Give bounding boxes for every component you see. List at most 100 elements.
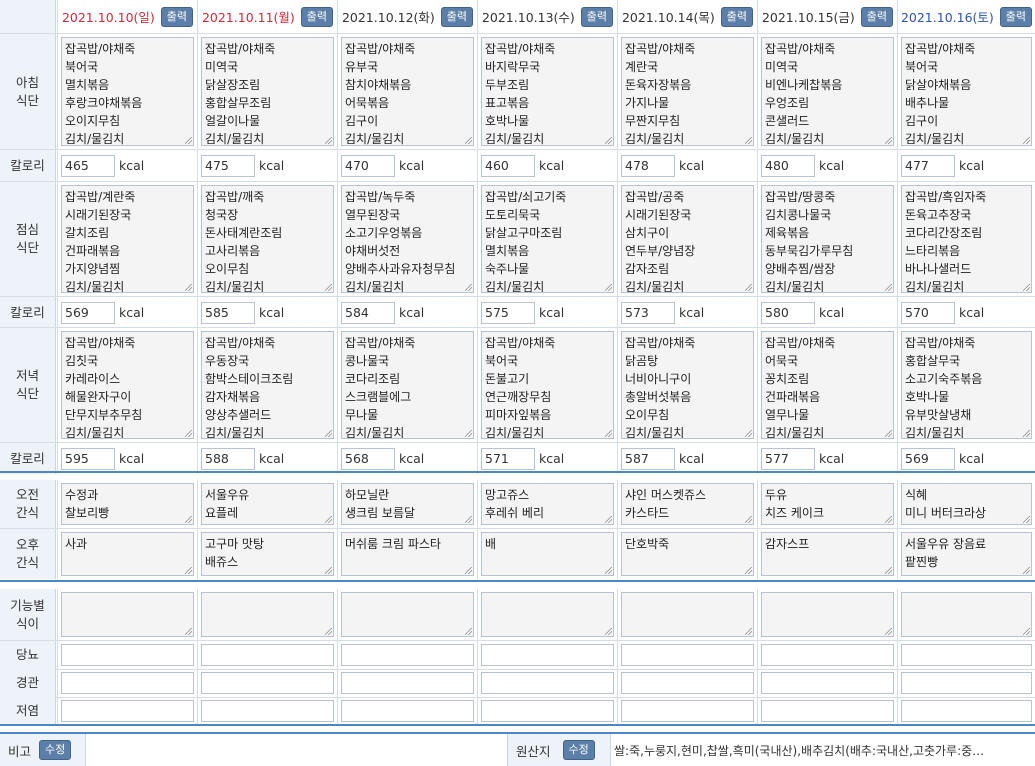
calorie-input[interactable]: 577 <box>761 448 815 470</box>
dinner-menu-textarea[interactable]: 잡곡밥/야채죽 어묵국 꽁치조림 건파래볶음 열무나물 김치/물김치 <box>761 331 894 439</box>
lunch-menu-textarea[interactable]: 잡곡밥/깨죽 청국장 돈사태계란조림 고사리볶음 오이무침 김치/물김치 <box>201 185 334 293</box>
calorie-input[interactable]: 580 <box>761 302 815 324</box>
am-snack-textarea[interactable]: 수정과 찰보리빵 <box>61 483 194 525</box>
resize-grip-icon[interactable] <box>185 516 192 523</box>
am-snack-textarea[interactable]: 두유 치즈 케이크 <box>761 483 894 525</box>
resize-grip-icon[interactable] <box>465 430 472 437</box>
functional-diet-textarea[interactable] <box>481 592 614 637</box>
lunch-menu-textarea[interactable]: 잡곡밥/흑임자죽 돈육고추장국 코다리간장조림 느타리볶음 바나나샐러드 김치/… <box>901 185 1032 293</box>
calorie-input[interactable]: 480 <box>761 155 815 177</box>
lunch-menu-textarea[interactable]: 잡곡밥/땅콩죽 김치콩나물국 제육볶음 동부묵김가루무침 양배추찜/쌈장 김치/… <box>761 185 894 293</box>
calorie-input[interactable]: 475 <box>201 155 255 177</box>
resize-grip-icon[interactable] <box>605 628 612 635</box>
resize-grip-icon[interactable] <box>185 628 192 635</box>
low_salt-input[interactable] <box>761 700 894 722</box>
functional-diet-textarea[interactable] <box>621 592 754 637</box>
calorie-input[interactable]: 465 <box>61 155 115 177</box>
functional-diet-textarea[interactable] <box>61 592 194 637</box>
resize-grip-icon[interactable] <box>605 137 612 144</box>
functional-diet-textarea[interactable] <box>901 592 1032 637</box>
resize-grip-icon[interactable] <box>605 516 612 523</box>
breakfast-menu-textarea[interactable]: 잡곡밥/야채죽 미역국 닭살장조림 홍합살무조림 얼갈이나물 김치/물김치 <box>201 37 334 146</box>
resize-grip-icon[interactable] <box>325 137 332 144</box>
resize-grip-icon[interactable] <box>185 567 192 574</box>
resize-grip-icon[interactable] <box>325 430 332 437</box>
low_salt-input[interactable] <box>61 700 194 722</box>
breakfast-menu-textarea[interactable]: 잡곡밥/야채죽 미역국 비엔나케찹볶음 우엉조림 콘샐러드 김치/물김치 <box>761 37 894 146</box>
am-snack-textarea[interactable]: 식혜 미니 버터크라상 <box>901 483 1032 525</box>
resize-grip-icon[interactable] <box>185 430 192 437</box>
diabetes-input[interactable] <box>901 644 1032 666</box>
tube-input[interactable] <box>901 672 1032 694</box>
functional-diet-textarea[interactable] <box>341 592 474 637</box>
breakfast-menu-textarea[interactable]: 잡곡밥/야채죽 북어국 멸치볶음 후랑크야채볶음 오이지무침 김치/물김치 <box>61 37 194 146</box>
pm-snack-textarea[interactable]: 고구마 맛탕 배쥬스 <box>201 532 334 576</box>
resize-grip-icon[interactable] <box>885 567 892 574</box>
resize-grip-icon[interactable] <box>325 628 332 635</box>
calorie-input[interactable]: 587 <box>621 448 675 470</box>
diabetes-input[interactable] <box>201 644 334 666</box>
resize-grip-icon[interactable] <box>325 567 332 574</box>
pm-snack-textarea[interactable]: 단호박죽 <box>621 532 754 576</box>
resize-grip-icon[interactable] <box>1023 137 1030 144</box>
resize-grip-icon[interactable] <box>745 628 752 635</box>
am-snack-textarea[interactable]: 서울우유 요플레 <box>201 483 334 525</box>
low_salt-input[interactable] <box>901 700 1032 722</box>
pm-snack-textarea[interactable]: 사과 <box>61 532 194 576</box>
resize-grip-icon[interactable] <box>185 137 192 144</box>
calorie-input[interactable]: 575 <box>481 302 535 324</box>
resize-grip-icon[interactable] <box>465 567 472 574</box>
tube-input[interactable] <box>761 672 894 694</box>
dinner-menu-textarea[interactable]: 잡곡밥/야채죽 닭곰탕 너비아니구이 총알버섯볶음 오이무침 김치/물김치 <box>621 331 754 439</box>
breakfast-menu-textarea[interactable]: 잡곡밥/야채죽 바지락무국 두부조림 표고볶음 호박나물 김치/물김치 <box>481 37 614 146</box>
functional-diet-textarea[interactable] <box>761 592 894 637</box>
resize-grip-icon[interactable] <box>1023 284 1030 291</box>
calorie-input[interactable]: 569 <box>901 448 955 470</box>
dinner-menu-textarea[interactable]: 잡곡밥/야채죽 우동장국 함박스테이크조림 감자채볶음 양상추샐러드 김치/물김… <box>201 331 334 439</box>
pm-snack-textarea[interactable]: 서울우유 장음료 팥찐빵 <box>901 532 1032 576</box>
resize-grip-icon[interactable] <box>885 516 892 523</box>
low_salt-input[interactable] <box>341 700 474 722</box>
diabetes-input[interactable] <box>61 644 194 666</box>
print-button[interactable]: 출력 <box>440 6 474 27</box>
resize-grip-icon[interactable] <box>1023 628 1030 635</box>
resize-grip-icon[interactable] <box>465 628 472 635</box>
resize-grip-icon[interactable] <box>745 430 752 437</box>
print-button[interactable]: 출력 <box>580 6 614 27</box>
breakfast-menu-textarea[interactable]: 잡곡밥/야채죽 계란국 돈육자장볶음 가지나물 무짠지무침 김치/물김치 <box>621 37 754 146</box>
tube-input[interactable] <box>621 672 754 694</box>
diabetes-input[interactable] <box>341 644 474 666</box>
resize-grip-icon[interactable] <box>325 516 332 523</box>
low_salt-input[interactable] <box>621 700 754 722</box>
lunch-menu-textarea[interactable]: 잡곡밥/계란죽 시래기된장국 갈치조림 건파래볶음 가지양념찜 김치/물김치 <box>61 185 194 293</box>
lunch-menu-textarea[interactable]: 잡곡밥/녹두죽 열무된장국 소고기우엉볶음 야채버섯전 양배추사과유자청무침 김… <box>341 185 474 293</box>
calorie-input[interactable]: 569 <box>61 302 115 324</box>
calorie-input[interactable]: 588 <box>201 448 255 470</box>
pm-snack-textarea[interactable]: 머쉬룸 크림 파스타 <box>341 532 474 576</box>
print-button[interactable]: 출력 <box>999 6 1033 27</box>
calorie-input[interactable]: 568 <box>341 448 395 470</box>
calorie-input[interactable]: 460 <box>481 155 535 177</box>
low_salt-input[interactable] <box>481 700 614 722</box>
calorie-input[interactable]: 595 <box>61 448 115 470</box>
resize-grip-icon[interactable] <box>745 516 752 523</box>
resize-grip-icon[interactable] <box>745 567 752 574</box>
origin-edit-button[interactable]: 수정 <box>562 740 595 760</box>
am-snack-textarea[interactable]: 샤인 머스켓쥬스 카스타드 <box>621 483 754 525</box>
print-button[interactable]: 출력 <box>160 6 194 27</box>
resize-grip-icon[interactable] <box>605 567 612 574</box>
calorie-input[interactable]: 584 <box>341 302 395 324</box>
am-snack-textarea[interactable]: 하모닐란 생크림 보름달 <box>341 483 474 525</box>
resize-grip-icon[interactable] <box>1023 567 1030 574</box>
resize-grip-icon[interactable] <box>325 284 332 291</box>
resize-grip-icon[interactable] <box>605 284 612 291</box>
tube-input[interactable] <box>201 672 334 694</box>
resize-grip-icon[interactable] <box>745 284 752 291</box>
breakfast-menu-textarea[interactable]: 잡곡밥/야채죽 유부국 참치야채볶음 어묵볶음 김구이 김치/물김치 <box>341 37 474 146</box>
calorie-input[interactable]: 470 <box>341 155 395 177</box>
resize-grip-icon[interactable] <box>465 284 472 291</box>
print-button[interactable]: 출력 <box>720 6 754 27</box>
am-snack-textarea[interactable]: 망고쥬스 후레쉬 베리 <box>481 483 614 525</box>
resize-grip-icon[interactable] <box>885 284 892 291</box>
calorie-input[interactable]: 477 <box>901 155 955 177</box>
